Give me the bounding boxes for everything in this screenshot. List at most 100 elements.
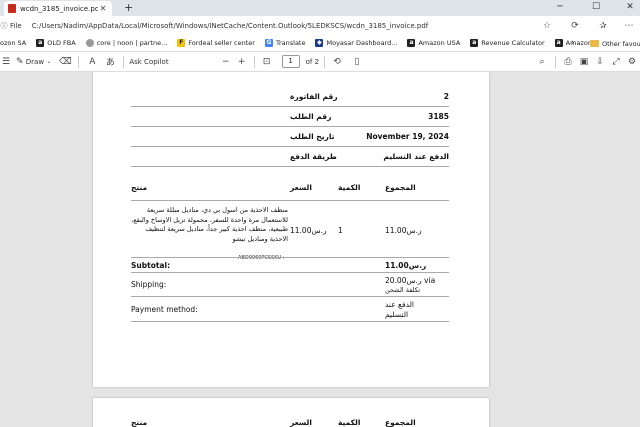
item-price: ر.س11.00 (290, 226, 327, 235)
order-number-value: 3185 (428, 112, 449, 121)
window-close-icon[interactable]: ✕ (620, 0, 640, 15)
page-total: of 2 (305, 57, 320, 66)
invoice-number-value: 2 (443, 92, 449, 101)
bookmark-noon[interactable]: core | noon | partne... (85, 39, 167, 47)
close-icon[interactable]: ✕ (98, 4, 108, 13)
expand-icon[interactable]: ⤢ (609, 57, 623, 67)
search-icon[interactable]: ⌕ (534, 57, 550, 67)
divider (131, 166, 449, 167)
product-description: منظف الاحذية من اسول بي دي، مناديل مبللة… (131, 206, 288, 243)
bookmark-revenue-calculator[interactable]: a Revenue Calculator (470, 39, 545, 47)
chevron-down-icon: ⌄ (46, 58, 52, 65)
minimize-icon[interactable]: ─ (550, 0, 570, 15)
shipping-value: ر.س20.00 via (385, 276, 436, 285)
toolbar-divider (555, 55, 557, 68)
file-label: File (10, 21, 22, 30)
product-column-header: منتج (131, 183, 148, 192)
maximize-icon[interactable]: ☐ (586, 0, 606, 15)
divider (131, 106, 449, 107)
payment-method-footer-value-line2: التسليم (385, 310, 409, 319)
toolbar-divider (78, 55, 80, 68)
payment-method-footer-value-line1: الدفع عند (385, 300, 414, 309)
settings-icon[interactable]: ⚙ (625, 57, 639, 67)
subtotal-label: Subtotal: (131, 261, 171, 270)
divider (131, 126, 449, 127)
divider (131, 296, 449, 297)
total-column-header: المجموع (385, 418, 416, 427)
product-column-header: منتج (131, 418, 148, 427)
price-column-header: السعر (290, 418, 312, 427)
bookmarks-bar: ozon SA a OLD FBA core | noon | partne...… (0, 35, 640, 52)
bookmark-fordeal[interactable]: F Fordeal seller center (177, 39, 255, 47)
payment-method-footer-label: Payment method: (131, 305, 198, 314)
shipping-method: تكلفة الشحن (385, 286, 421, 294)
zoom-out-icon[interactable]: − (219, 57, 233, 67)
save-as-icon[interactable]: ⇩ (593, 57, 607, 67)
favorite-star-icon[interactable]: ☆ (536, 21, 558, 31)
pdf-toolbar: ☰ ✎ Draw ⌄ ⌫ A あ Ask Copilot − + ⊡ 1 of … (0, 52, 640, 72)
extensions-icon[interactable]: ⋯ (618, 21, 640, 31)
print-icon[interactable]: ⎙ (561, 57, 575, 67)
page-view-icon[interactable]: ▯ (350, 57, 364, 67)
folder-icon (590, 40, 599, 47)
rotate-icon[interactable]: ⟲ (330, 57, 344, 67)
ask-copilot-button[interactable]: Ask Copilot (129, 58, 168, 66)
eraser-icon[interactable]: ⌫ (57, 57, 73, 67)
fit-page-icon[interactable]: ⊡ (260, 57, 274, 67)
toolbar-divider (253, 55, 255, 68)
menu-icon[interactable]: ☰ (0, 57, 12, 67)
pdf-icon (8, 4, 16, 13)
divider (131, 200, 449, 201)
page-number-input[interactable]: 1 (281, 55, 300, 68)
amazon-icon: a (554, 39, 563, 47)
favorites-icon[interactable]: ✰ (592, 21, 614, 31)
refresh-icon[interactable]: ⟳ (564, 21, 586, 31)
url-field[interactable]: C:/Users/Nadim/AppData/Local/Microsoft/W… (32, 22, 536, 30)
subtotal-value: ر.س11.00 (385, 261, 427, 270)
amazon-icon: a (407, 39, 416, 47)
pdf-page-1: رقم الفاتورة 2 رقم الطلب 3185 تاريخ الطل… (93, 72, 489, 387)
tab-bar: wcdn_3185_invoice.pdf ✕ + ─ ☐ ✕ (0, 0, 640, 16)
bookmark-old-fba[interactable]: a OLD FBA (36, 39, 76, 47)
translate-icon: G (264, 39, 273, 47)
product-sku: ABD9060PCSSKU : (238, 255, 285, 261)
amazon-icon: a (470, 39, 479, 47)
divider (131, 257, 449, 258)
bookmark-ozon[interactable]: ozon SA (0, 39, 26, 47)
info-icon[interactable]: ⓘ (0, 21, 8, 31)
invoice-number-label: رقم الفاتورة (290, 92, 338, 101)
item-total: ر.س11.00 (385, 226, 422, 235)
moyasar-icon: ◆ (315, 39, 324, 47)
payment-method-value: الدفع عند التسليم (383, 152, 449, 161)
item-quantity: 1 (338, 226, 343, 235)
divider (131, 272, 449, 273)
price-column-header: السعر (290, 183, 312, 192)
bookmark-translate[interactable]: G Translate (264, 39, 305, 47)
new-tab-icon[interactable]: + (124, 0, 133, 15)
pdf-page-2: منتج السعر الكمية المجموع (93, 398, 489, 427)
zoom-in-icon[interactable]: + (235, 57, 249, 67)
payment-method-label: طريقة الدفع (290, 152, 337, 161)
bookmark-moyasar[interactable]: ◆ Moyasar Dashboard... (315, 39, 397, 47)
quantity-column-header: الكمية (338, 418, 361, 427)
pdf-viewer[interactable]: رقم الفاتورة 2 رقم الطلب 3185 تاريخ الطل… (0, 72, 640, 427)
total-column-header: المجموع (385, 183, 416, 192)
tab-invoice-pdf[interactable]: wcdn_3185_invoice.pdf ✕ (4, 1, 112, 16)
divider (131, 321, 449, 322)
toolbar-divider (324, 55, 326, 68)
other-favourites-folder[interactable]: Other favouri (590, 35, 640, 51)
shipping-label: Shipping: (131, 280, 167, 289)
chevron-right-icon[interactable]: › (571, 35, 575, 51)
address-bar: ⓘ File C:/Users/Nadim/AppData/Local/Micr… (0, 16, 640, 35)
draw-button[interactable]: ✎ Draw ⌄ (16, 57, 51, 67)
amazon-icon: a (36, 39, 45, 47)
read-aloud-icon[interactable]: A (84, 57, 100, 67)
order-number-label: رقم الطلب (290, 112, 332, 121)
quantity-column-header: الكمية (338, 183, 361, 192)
tab-title: wcdn_3185_invoice.pdf (20, 4, 98, 13)
save-icon[interactable]: ▣ (577, 57, 591, 67)
pen-icon: ✎ (16, 56, 24, 67)
fordeal-icon: F (177, 39, 186, 47)
bookmark-amazon-usa[interactable]: a Amazon USA (407, 39, 460, 47)
translate-icon[interactable]: あ (102, 55, 118, 68)
